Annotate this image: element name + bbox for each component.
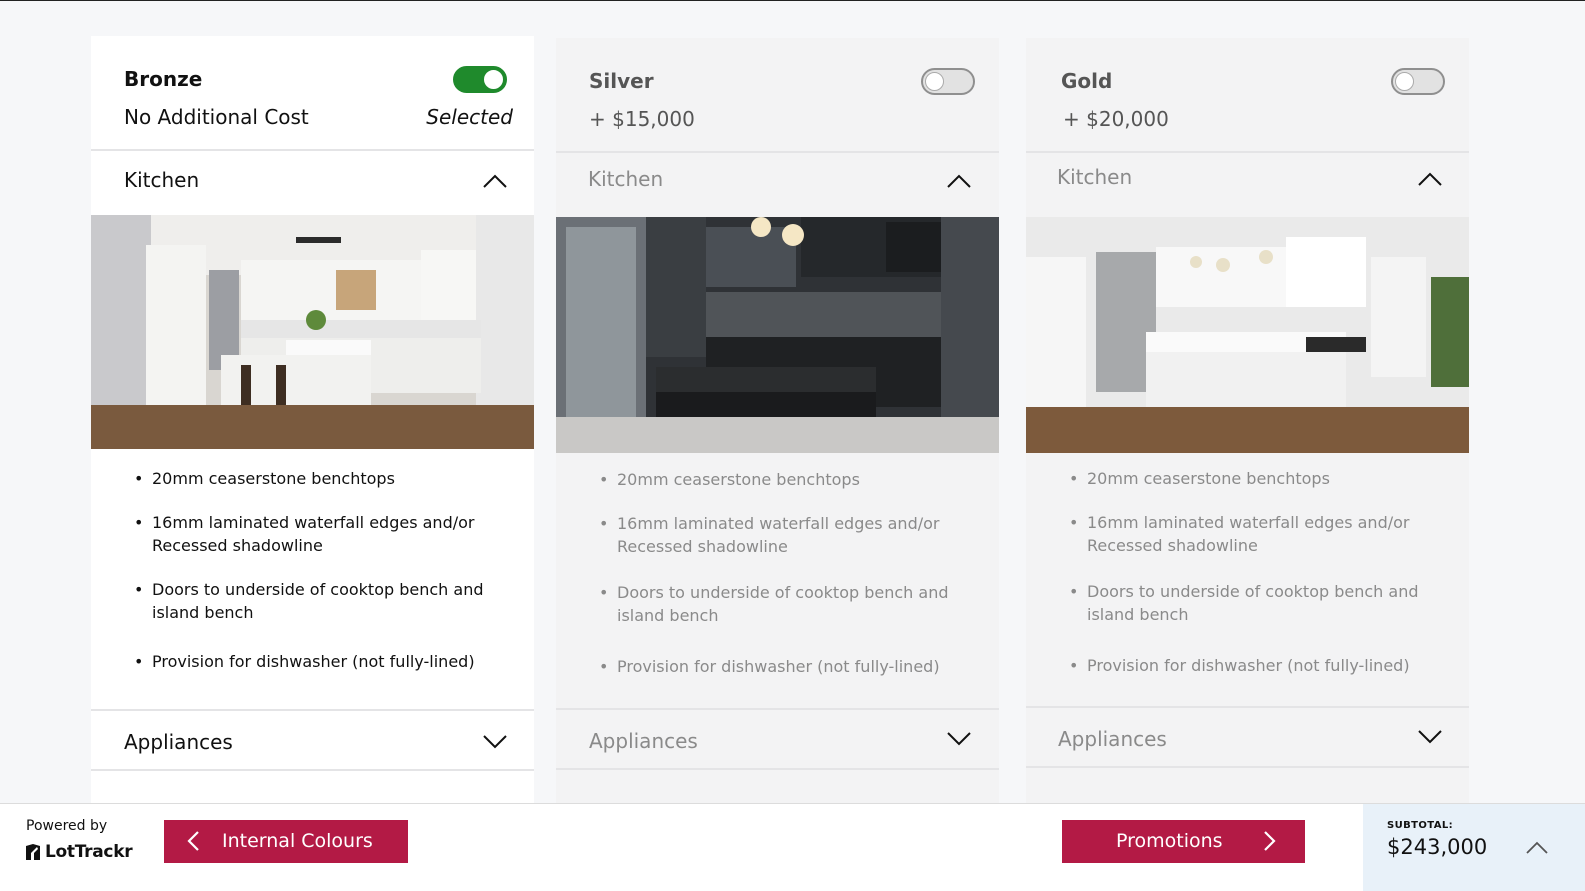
previous-step-label: Internal Colours [222, 830, 373, 852]
feature-item: 20mm ceaserstone benchtops [599, 468, 959, 491]
section-title: Appliances [124, 730, 233, 754]
next-step-button[interactable]: Promotions [1062, 820, 1305, 863]
feature-list: 20mm ceaserstone benchtops 16mm laminate… [1026, 453, 1469, 677]
white-kitchen-photo [91, 215, 534, 449]
tier-name: Gold [1061, 69, 1113, 93]
tier-header: Gold + $20,000 [1026, 38, 1469, 151]
feature-item: 16mm laminated waterfall edges and/or Re… [599, 512, 959, 558]
chevron-down-icon[interactable] [482, 731, 508, 751]
lottrackr-logo-icon [26, 844, 40, 860]
chevron-down-icon[interactable] [946, 728, 972, 748]
section-header-appliances[interactable]: Appliances [91, 711, 534, 769]
divider [556, 768, 999, 770]
section-header-kitchen[interactable]: Kitchen [91, 151, 534, 215]
divider [91, 769, 534, 771]
tier-card-silver: Silver + $15,000 Kitchen 20mm [556, 38, 999, 806]
section-title: Kitchen [1057, 165, 1133, 189]
section-title: Kitchen [588, 167, 664, 191]
tier-toggle[interactable] [921, 68, 975, 95]
tier-toggle[interactable] [453, 66, 507, 93]
chevron-up-icon[interactable] [1525, 840, 1549, 856]
chevron-up-icon[interactable] [1417, 169, 1443, 189]
bright-kitchen-photo [1026, 217, 1469, 453]
feature-item: Doors to underside of cooktop bench and … [599, 581, 959, 627]
toggle-knob [925, 72, 944, 91]
section-header-appliances[interactable]: Appliances [556, 710, 999, 768]
subtotal-label: SUBTOTAL: [1387, 820, 1454, 831]
tier-card-gold: Gold + $20,000 Kitchen 20mm ceasersto [1026, 38, 1469, 806]
tier-status: Selected [426, 105, 513, 129]
toggle-knob [1395, 72, 1414, 91]
next-step-label: Promotions [1116, 830, 1223, 852]
feature-item: Provision for dishwasher (not fully-line… [599, 655, 959, 678]
tier-card-bronze: Bronze No Additional Cost Selected Kitch… [91, 36, 534, 804]
feature-item: Doors to underside of cooktop bench and … [134, 578, 494, 624]
section-title: Appliances [589, 729, 698, 753]
subtotal-panel[interactable]: SUBTOTAL: $243,000 [1363, 804, 1585, 891]
footer-bar: Powered by LotTrackr Internal Colours Pr… [0, 803, 1585, 891]
toggle-knob [484, 70, 503, 89]
section-header-kitchen[interactable]: Kitchen [556, 153, 999, 217]
tier-price: + $15,000 [589, 107, 695, 131]
dark-kitchen-photo [556, 217, 999, 453]
feature-item: Provision for dishwasher (not fully-line… [1069, 654, 1429, 677]
tier-price: No Additional Cost [124, 105, 309, 129]
feature-item: 20mm ceaserstone benchtops [134, 467, 494, 490]
divider [1026, 766, 1469, 768]
feature-list: 20mm ceaserstone benchtops 16mm laminate… [91, 449, 534, 673]
tier-name: Silver [589, 69, 654, 93]
feature-item: 20mm ceaserstone benchtops [1069, 467, 1429, 490]
section-header-kitchen[interactable]: Kitchen [1026, 153, 1469, 217]
powered-by-label: Powered by [26, 818, 108, 834]
brand-logo: LotTrackr [25, 842, 133, 862]
previous-step-button[interactable]: Internal Colours [164, 820, 408, 863]
feature-item: 16mm laminated waterfall edges and/or Re… [1069, 511, 1429, 557]
feature-item: 16mm laminated waterfall edges and/or Re… [134, 511, 494, 557]
section-title: Appliances [1058, 727, 1167, 751]
chevron-down-icon[interactable] [1417, 726, 1443, 746]
tier-toggle[interactable] [1391, 68, 1445, 95]
feature-item: Provision for dishwasher (not fully-line… [134, 650, 494, 673]
chevron-up-icon[interactable] [482, 171, 508, 191]
tier-header: Bronze No Additional Cost Selected [91, 36, 534, 149]
section-header-appliances[interactable]: Appliances [1026, 708, 1469, 766]
section-title: Kitchen [124, 168, 200, 192]
tier-header: Silver + $15,000 [556, 38, 999, 151]
chevron-up-icon[interactable] [946, 171, 972, 191]
brand-name: LotTrackr [45, 842, 133, 862]
feature-list: 20mm ceaserstone benchtops 16mm laminate… [556, 453, 999, 678]
feature-item: Doors to underside of cooktop bench and … [1069, 580, 1429, 626]
subtotal-value: $243,000 [1387, 835, 1488, 859]
chevron-left-icon [187, 831, 199, 851]
tier-name: Bronze [124, 67, 203, 91]
top-border [0, 0, 1585, 1]
chevron-right-icon [1264, 831, 1276, 851]
tier-price: + $20,000 [1063, 107, 1169, 131]
